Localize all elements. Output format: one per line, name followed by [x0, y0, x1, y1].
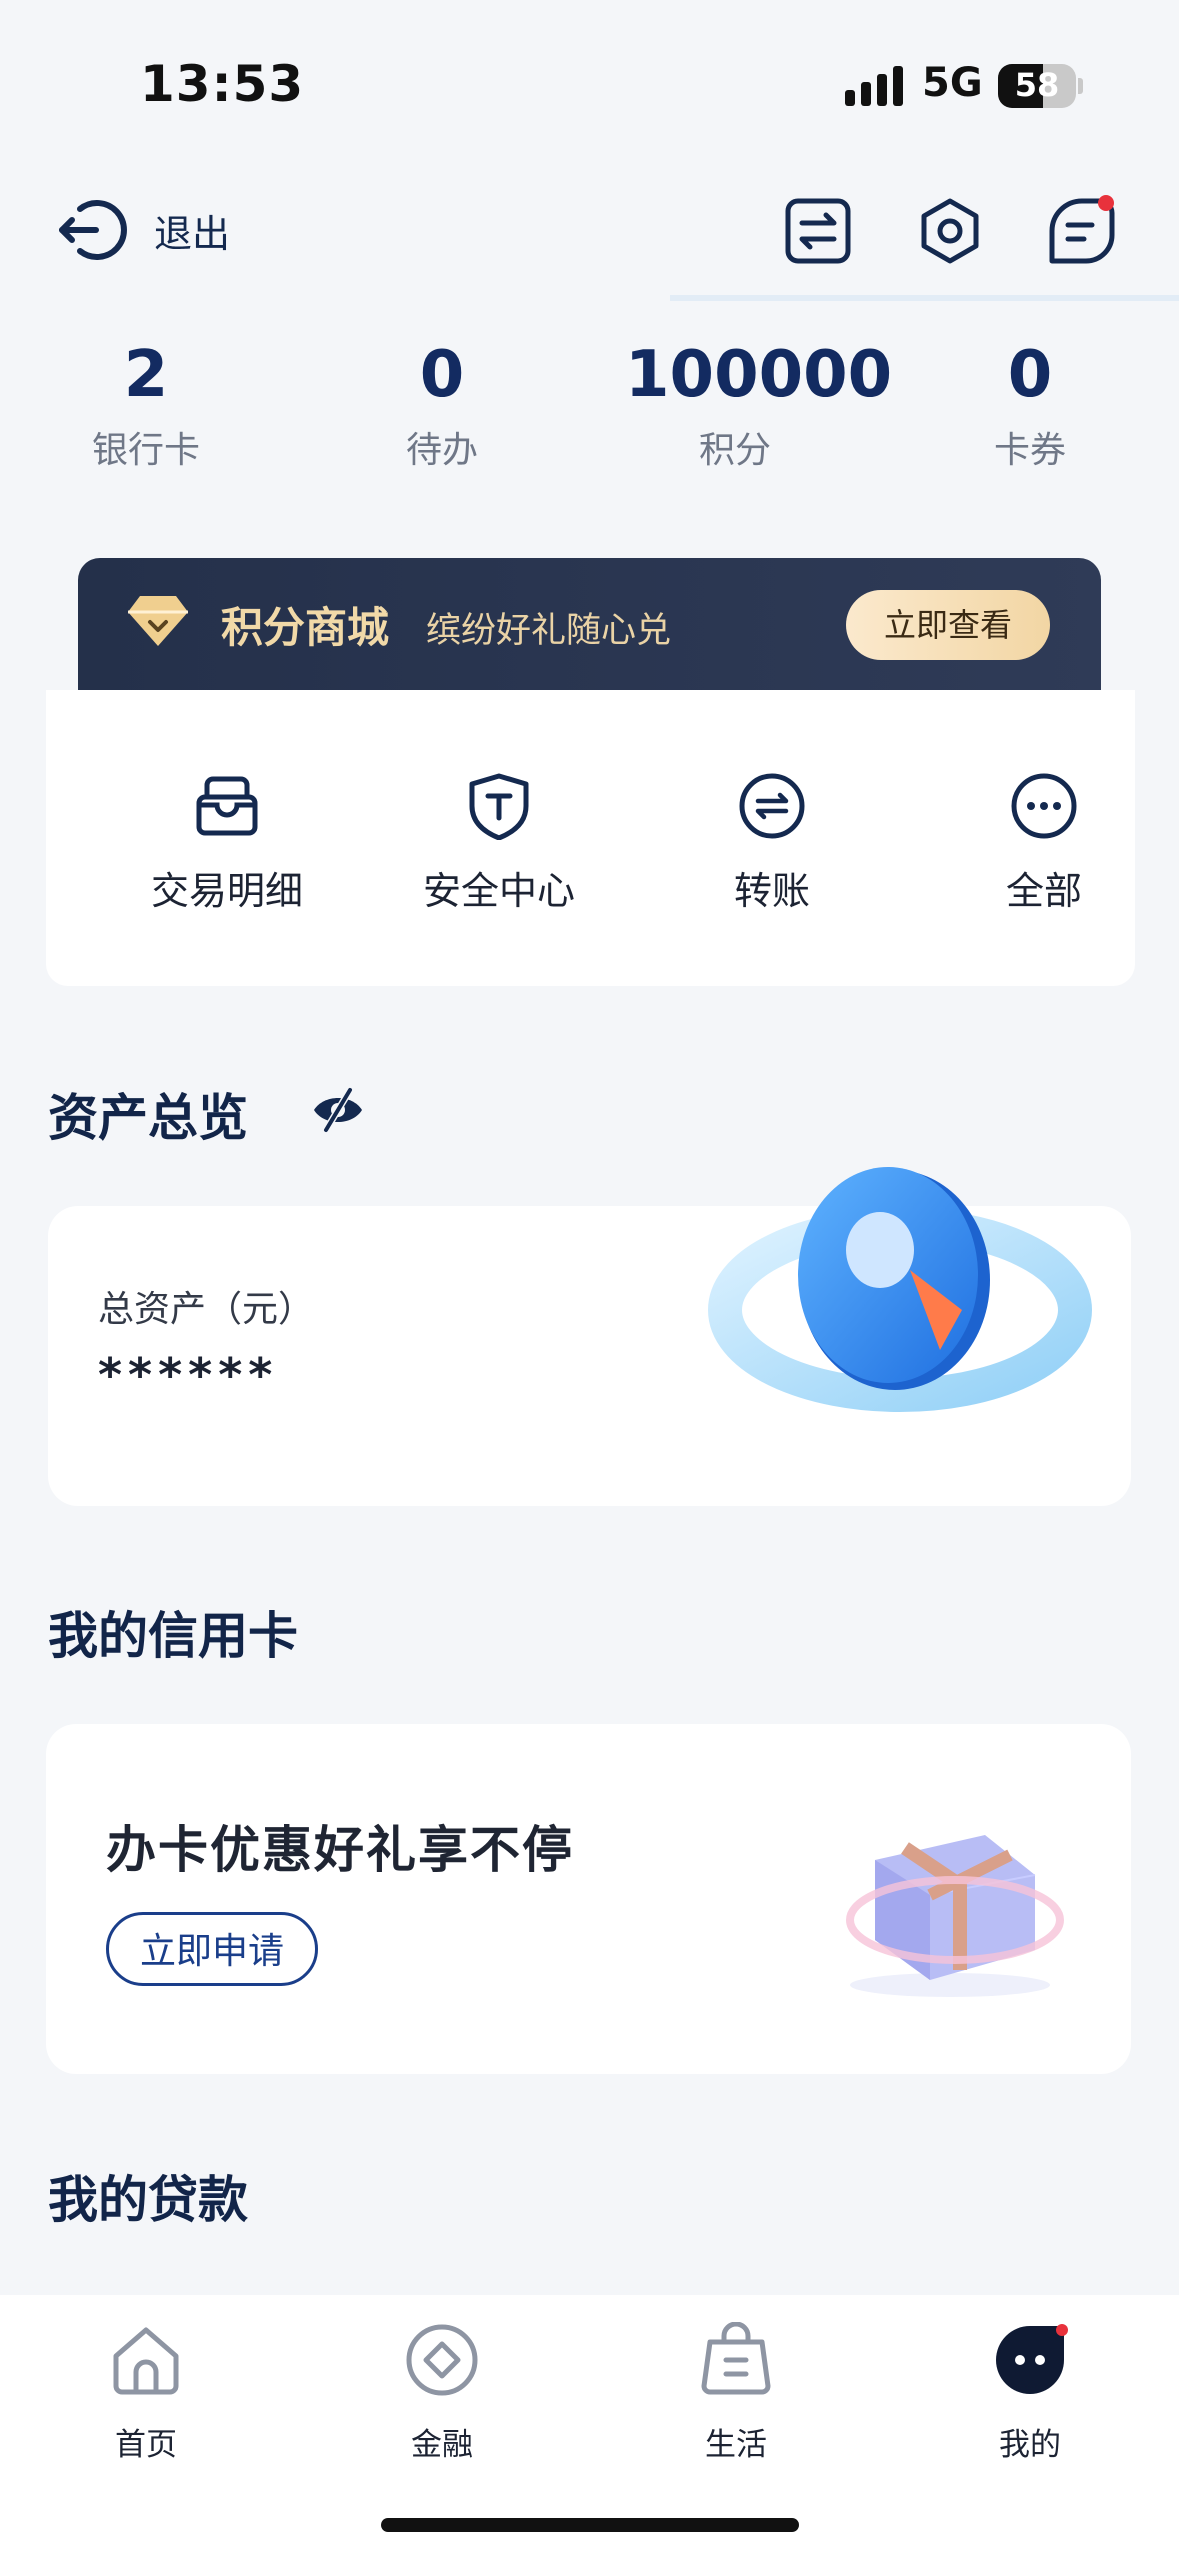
- signal-icon: [845, 62, 903, 106]
- tab-bar: 首页 金融 生活 我的: [0, 2295, 1179, 2556]
- tab-label: 首页: [115, 2427, 177, 2463]
- total-assets-value: ******: [98, 1348, 279, 1402]
- gift-box-illustration: [846, 1835, 1064, 1997]
- notification-dot: [1098, 195, 1114, 211]
- credit-card-promo-text: 办卡优惠好礼享不停: [106, 1821, 574, 1879]
- eye-hidden-icon: [314, 1088, 362, 1132]
- more-icon: [1011, 773, 1077, 839]
- mall-subtitle: 缤纷好礼随心兑: [426, 611, 672, 651]
- tab-home[interactable]: 首页: [46, 2315, 246, 2464]
- quick-action-transfer[interactable]: 转账: [647, 770, 897, 915]
- battery-icon: 58: [998, 64, 1076, 108]
- asset-chart-illustration: [708, 1167, 1092, 1412]
- home-icon: [113, 2327, 179, 2395]
- visibility-toggle[interactable]: [310, 1086, 366, 1138]
- tab-mine[interactable]: 我的: [930, 2315, 1130, 2464]
- message-icon: [1049, 195, 1115, 264]
- stat-label: 卡券: [993, 430, 1066, 471]
- settings-icon: [921, 198, 979, 264]
- quick-actions: 交易明细 安全中心 转账 全部: [46, 690, 1135, 986]
- stat-label: 待办: [405, 430, 478, 471]
- stat-label: 积分: [698, 430, 771, 471]
- quick-action-label: 交易明细: [150, 869, 303, 913]
- view-now-button[interactable]: 立即查看: [846, 590, 1050, 660]
- quick-action-label: 安全中心: [422, 869, 575, 913]
- transfer-icon: [739, 773, 805, 839]
- shield-icon: [469, 773, 529, 840]
- network-type: 5G: [922, 60, 983, 106]
- battery-level: 58: [1014, 66, 1060, 104]
- quick-action-security[interactable]: 安全中心: [374, 770, 624, 915]
- switch-account-button[interactable]: [782, 195, 854, 267]
- stat-value: 100000: [625, 338, 893, 412]
- tab-label: 我的: [999, 2427, 1061, 2463]
- mall-title: 积分商城: [221, 603, 390, 652]
- stat-todo[interactable]: 0 待办: [332, 335, 552, 473]
- quick-action-transactions[interactable]: 交易明细: [102, 770, 352, 915]
- settings-button[interactable]: [914, 195, 986, 267]
- tab-life[interactable]: 生活: [636, 2315, 836, 2464]
- logout-icon: [59, 200, 127, 260]
- loans-section-title: 我的贷款: [48, 2171, 248, 2229]
- stat-coupons[interactable]: 0 卡券: [920, 335, 1140, 473]
- tab-label: 金融: [411, 2427, 473, 2463]
- tab-label: 生活: [705, 2427, 767, 2463]
- stat-label: 银行卡: [91, 430, 200, 471]
- credit-card-section-title: 我的信用卡: [48, 1607, 298, 1665]
- logout-label: 退出: [154, 211, 231, 256]
- home-indicator: [381, 2518, 799, 2532]
- total-assets-label: 总资产（元）: [98, 1289, 315, 1330]
- messages-button[interactable]: [1046, 195, 1118, 267]
- finance-icon: [406, 2324, 478, 2396]
- quick-action-label: 转账: [733, 869, 810, 913]
- stat-value: 0: [419, 338, 465, 412]
- quick-action-label: 全部: [1005, 869, 1082, 913]
- stat-points[interactable]: 100000 积分: [625, 335, 893, 473]
- life-icon: [701, 2322, 771, 2395]
- points-mall-banner[interactable]: 积分商城 缤纷好礼随心兑 立即查看: [78, 558, 1101, 690]
- tab-finance[interactable]: 金融: [342, 2315, 542, 2464]
- stat-value: 2: [123, 338, 169, 412]
- diamond-icon: [128, 596, 188, 646]
- status-time: 13:53: [140, 55, 305, 113]
- battery-tip: [1078, 78, 1083, 94]
- header-decoration: [670, 295, 1179, 301]
- switch-icon: [785, 198, 851, 264]
- inbox-icon: [196, 776, 258, 836]
- quick-action-all[interactable]: 全部: [919, 770, 1169, 915]
- stat-value: 0: [1007, 338, 1053, 412]
- logout-button[interactable]: 退出: [58, 195, 230, 265]
- profile-icon: [996, 2324, 1068, 2394]
- stat-bank-cards[interactable]: 2 银行卡: [36, 335, 256, 473]
- assets-section-title: 资产总览: [48, 1089, 248, 1147]
- apply-now-button[interactable]: 立即申请: [106, 1912, 318, 1986]
